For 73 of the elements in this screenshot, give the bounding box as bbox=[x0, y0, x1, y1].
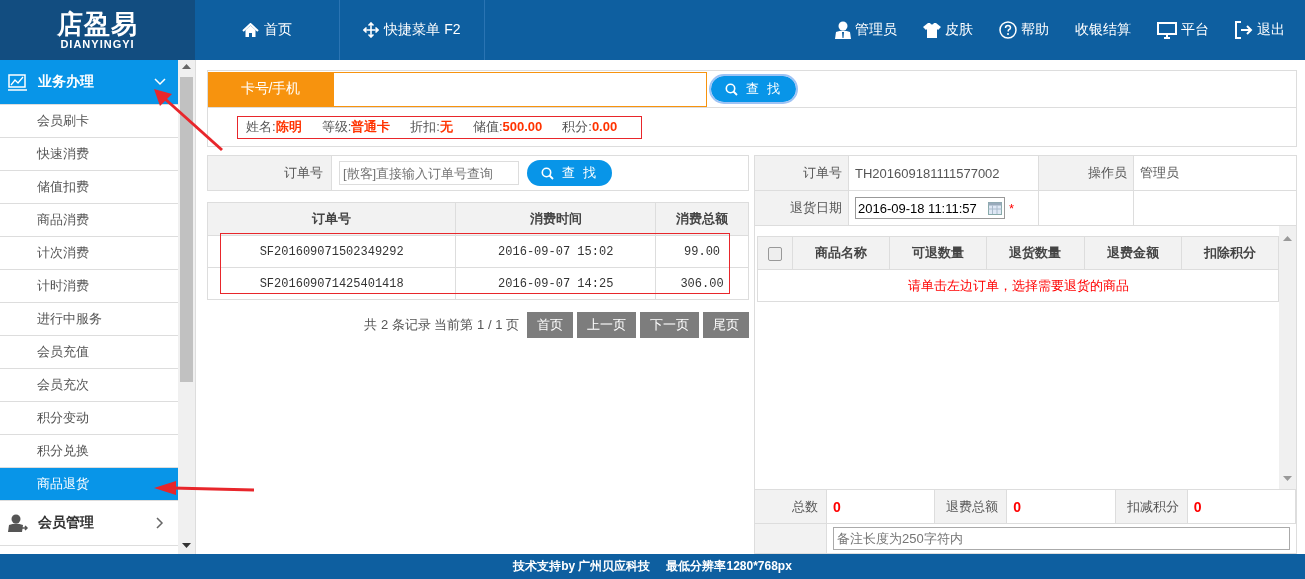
table-cell: SF201609071425401418 bbox=[207, 267, 456, 300]
logo-title: 店盈易 bbox=[57, 10, 138, 38]
column-header: 消费时间 bbox=[455, 202, 656, 236]
member-info: 储值:500.00 bbox=[472, 118, 543, 136]
table-cell: 2016-09-07 14:25 bbox=[455, 267, 656, 300]
order-number-field[interactable]: [散客]直接输入订单号查询 bbox=[339, 161, 519, 185]
field-label: 退费总额 bbox=[935, 490, 1008, 523]
scroll-down-icon[interactable] bbox=[182, 543, 191, 548]
remark-field[interactable]: 备注长度为250字符内 bbox=[833, 527, 1290, 550]
home-icon bbox=[242, 22, 259, 38]
required-mark: * bbox=[1009, 200, 1015, 216]
toolbar-link[interactable]: 退出 bbox=[1235, 21, 1285, 39]
chart-icon bbox=[8, 73, 28, 91]
page-button[interactable]: 首页 bbox=[527, 312, 573, 338]
monitor-icon bbox=[1157, 21, 1177, 39]
scrollbar-thumb[interactable] bbox=[180, 77, 193, 382]
column-header: 退费金额 bbox=[1084, 236, 1182, 270]
column-header: 消费总额 bbox=[655, 202, 749, 236]
nav-link[interactable]: 快捷菜单 F2 bbox=[340, 0, 485, 60]
page-button[interactable]: 尾页 bbox=[703, 312, 749, 338]
chevron-down-icon bbox=[154, 76, 166, 88]
pagination-summary: 共 2 条记录 当前第 1 / 1 页 bbox=[364, 316, 519, 334]
search-icon bbox=[725, 82, 738, 96]
support-text: 技术支持by 广州贝应科技 bbox=[513, 558, 651, 575]
column-header: 商品名称 bbox=[792, 236, 890, 270]
user-icon bbox=[8, 514, 28, 532]
logo-subtitle: DIANYINGYI bbox=[60, 38, 135, 50]
user-icon bbox=[835, 21, 851, 39]
empty-message: 请单击左边订单，选择需要退货的商品 bbox=[757, 269, 1279, 302]
field-label: 总数 bbox=[755, 490, 827, 523]
chevron-right-icon bbox=[154, 517, 166, 529]
column-header: 订单号 bbox=[207, 202, 456, 236]
total-value: 0 bbox=[1187, 490, 1296, 523]
operator-name: 管理员 bbox=[1133, 155, 1297, 191]
resolution-text: 最低分辨率1280*768px bbox=[666, 558, 792, 575]
toolbar-link[interactable]: 管理员 bbox=[835, 21, 897, 39]
member-info: 积分:0.00 bbox=[562, 118, 618, 136]
logout-icon bbox=[1235, 21, 1253, 39]
toolbar-link[interactable]: 收银结算 bbox=[1075, 21, 1131, 39]
column-header: 退货数量 bbox=[986, 236, 1085, 270]
toolbar-link[interactable]: 帮助 bbox=[999, 21, 1049, 39]
table-cell: 99.00 bbox=[655, 235, 749, 268]
member-info: 等级:普通卡 bbox=[321, 118, 391, 136]
table-cell: 2016-09-07 15:02 bbox=[455, 235, 656, 268]
move-icon bbox=[363, 22, 380, 38]
field-label: 订单号 bbox=[208, 156, 332, 190]
member-info: 折扣:无 bbox=[410, 118, 453, 136]
column-header: 扣除积分 bbox=[1181, 236, 1279, 270]
calendar-icon bbox=[988, 201, 1002, 215]
toolbar-link[interactable]: 皮肤 bbox=[923, 21, 973, 39]
member-info: 姓名:陈明 bbox=[246, 118, 302, 136]
page-button[interactable]: 下一页 bbox=[640, 312, 699, 338]
toolbar-link[interactable]: 平台 bbox=[1157, 21, 1209, 39]
scroll-up-icon[interactable] bbox=[182, 64, 191, 69]
card-number-field[interactable] bbox=[333, 71, 707, 107]
date-field[interactable]: 2016-09-18 11:11:57 bbox=[855, 197, 1005, 219]
page-button[interactable]: 上一页 bbox=[577, 312, 636, 338]
field-label: 卡号/手机 bbox=[208, 71, 333, 107]
search-icon bbox=[541, 166, 554, 180]
column-header: 可退数量 bbox=[889, 236, 987, 270]
help-icon bbox=[999, 21, 1017, 39]
scroll-up-icon[interactable] bbox=[1283, 236, 1292, 241]
field-label: 退货日期 bbox=[754, 190, 849, 226]
nav-link[interactable]: 首页 bbox=[195, 0, 340, 60]
field-label: 订单号 bbox=[754, 155, 849, 191]
total-value: 0 bbox=[1007, 490, 1116, 523]
shirt-icon bbox=[923, 22, 941, 38]
field-label: 操作员 bbox=[1038, 155, 1134, 191]
order-number: TH201609181111577002 bbox=[848, 155, 1039, 191]
select-all-checkbox[interactable] bbox=[768, 246, 782, 261]
field-label: 扣减积分 bbox=[1115, 490, 1188, 523]
table-cell: SF201609071502349292 bbox=[207, 235, 456, 268]
table-cell: 306.00 bbox=[655, 267, 749, 300]
